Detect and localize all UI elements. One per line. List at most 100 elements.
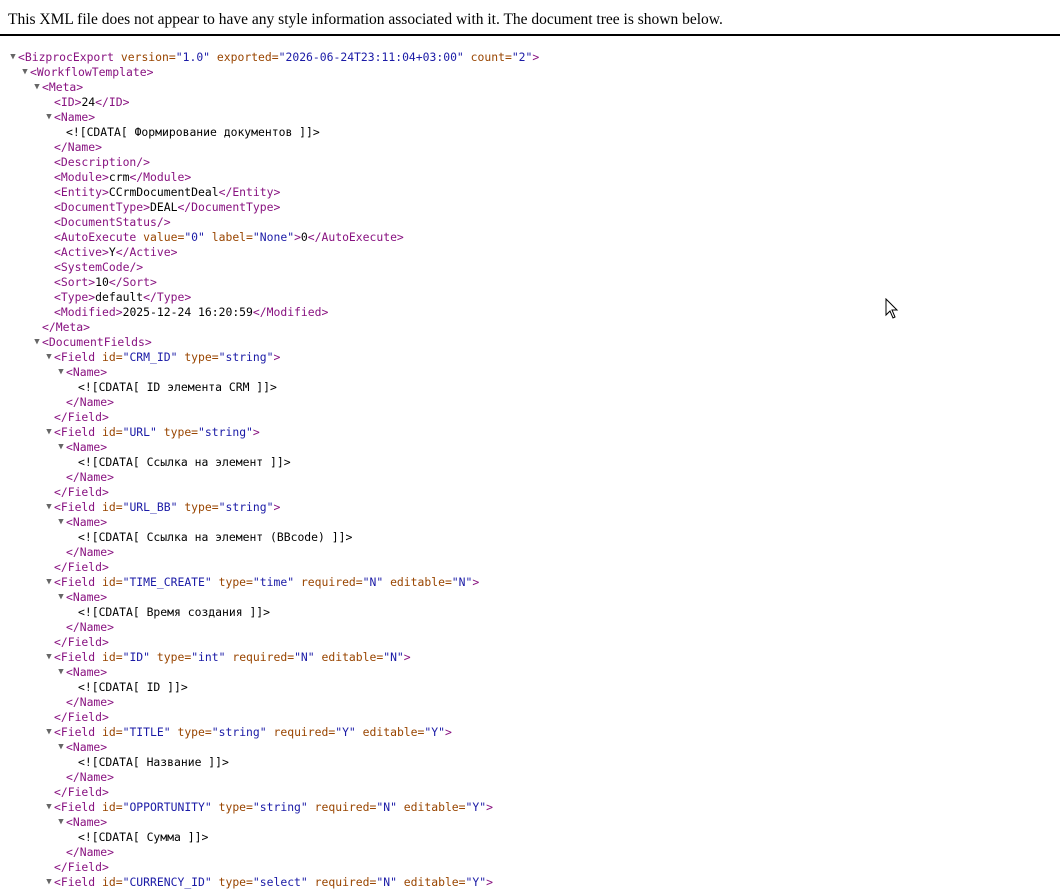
collapse-arrow-icon[interactable]: ▼ bbox=[44, 425, 54, 440]
xml-line: ▼ <Name> bbox=[0, 365, 1060, 380]
collapse-arrow-icon[interactable]: ▼ bbox=[56, 365, 66, 380]
xml-attr-name: id= bbox=[95, 575, 123, 589]
xml-tag: > bbox=[100, 515, 108, 529]
xml-style-notice: This XML file does not appear to have an… bbox=[0, 0, 1060, 36]
xml-line-content: <Name> bbox=[66, 365, 107, 380]
xml-text: <![CDATA[ Время создания ]]> bbox=[78, 605, 271, 619]
xml-line: ▼ <Name> bbox=[0, 110, 1060, 125]
xml-line: <Description/> bbox=[0, 155, 1060, 170]
xml-line-content: <SystemCode/> bbox=[54, 260, 143, 275]
xml-line: <![CDATA[ Ссылка на элемент (BBcode) ]]> bbox=[0, 530, 1060, 545]
xml-tag: </Name> bbox=[66, 845, 115, 859]
xml-line: ▼ <Name> bbox=[0, 515, 1060, 530]
xml-line: <![CDATA[ Название ]]> bbox=[0, 755, 1060, 770]
xml-line-content: <AutoExecute value="0" label="None">0</A… bbox=[54, 230, 404, 245]
xml-line-content: </Field> bbox=[54, 860, 109, 875]
xml-attr-value: "N" bbox=[294, 650, 315, 664]
xml-tag: <Modified bbox=[54, 305, 116, 319]
xml-line: <Type>default</Type> bbox=[0, 290, 1060, 305]
collapse-arrow-icon[interactable]: ▼ bbox=[32, 335, 42, 350]
xml-tag: <Name bbox=[66, 365, 101, 379]
xml-line: ▼ <Meta> bbox=[0, 80, 1060, 95]
xml-line-content: <Type>default</Type> bbox=[54, 290, 191, 305]
xml-line-content: <![CDATA[ Ссылка на элемент ]]> bbox=[78, 455, 291, 470]
xml-attr-value: "URL_BB" bbox=[122, 500, 178, 514]
xml-line-content: <Name> bbox=[66, 815, 107, 830]
xml-tag: > bbox=[472, 575, 480, 589]
xml-attr-name: type= bbox=[170, 725, 212, 739]
xml-attr-value: "1.0" bbox=[175, 50, 211, 64]
xml-line-content: <Name> bbox=[54, 110, 95, 125]
xml-text: <![CDATA[ ID ]]> bbox=[78, 680, 188, 694]
xml-tag: > bbox=[100, 590, 108, 604]
xml-line-content: <Field id="URL" type="string"> bbox=[54, 425, 260, 440]
xml-tag: <AutoExecute bbox=[54, 230, 137, 244]
collapse-arrow-icon[interactable]: ▼ bbox=[44, 350, 54, 365]
xml-attr-name: editable= bbox=[396, 800, 466, 814]
xml-tag: > bbox=[115, 305, 123, 319]
collapse-arrow-icon[interactable]: ▼ bbox=[44, 110, 54, 125]
collapse-arrow-icon[interactable]: ▼ bbox=[56, 515, 66, 530]
xml-tag: </Field> bbox=[54, 860, 109, 874]
xml-tag: </Meta> bbox=[42, 320, 91, 334]
collapse-arrow-icon[interactable]: ▼ bbox=[56, 665, 66, 680]
xml-attr-value: "N" bbox=[362, 575, 384, 589]
xml-tag: <DocumentStatus bbox=[54, 215, 157, 229]
xml-tag: <Sort bbox=[54, 275, 89, 289]
xml-attr-value: "string" bbox=[252, 800, 308, 814]
collapse-arrow-icon[interactable]: ▼ bbox=[56, 815, 66, 830]
xml-attr-value: "URL" bbox=[122, 425, 157, 439]
xml-line: <Module>crm</Module> bbox=[0, 170, 1060, 185]
xml-attr-name: editable= bbox=[314, 650, 384, 664]
collapse-arrow-icon[interactable]: ▼ bbox=[56, 590, 66, 605]
collapse-arrow-icon[interactable]: ▼ bbox=[44, 725, 54, 740]
xml-line: </Name> bbox=[0, 545, 1060, 560]
xml-tag: <SystemCode bbox=[54, 260, 130, 274]
collapse-arrow-icon[interactable]: ▼ bbox=[20, 65, 30, 80]
xml-line-content: <Name> bbox=[66, 515, 107, 530]
collapse-arrow-icon[interactable]: ▼ bbox=[56, 740, 66, 755]
collapse-arrow-icon[interactable]: ▼ bbox=[56, 440, 66, 455]
xml-tag: <Name bbox=[66, 665, 101, 679]
xml-attr-name: id= bbox=[95, 650, 123, 664]
collapse-arrow-icon[interactable]: ▼ bbox=[32, 80, 42, 95]
xml-line: ▼ <Name> bbox=[0, 440, 1060, 455]
xml-tag: </Name> bbox=[66, 395, 115, 409]
collapse-arrow-icon[interactable]: ▼ bbox=[44, 800, 54, 815]
xml-line-content: </Name> bbox=[66, 695, 114, 710]
collapse-arrow-icon[interactable]: ▼ bbox=[44, 500, 54, 515]
xml-line-content: <Description/> bbox=[54, 155, 150, 170]
xml-line-content: </Name> bbox=[66, 470, 114, 485]
xml-attr-value: "N" bbox=[376, 800, 397, 814]
xml-text: 2025-12-24 16:20:59 bbox=[122, 305, 253, 319]
collapse-arrow-icon[interactable]: ▼ bbox=[44, 650, 54, 665]
xml-attr-name: editable= bbox=[383, 575, 452, 589]
xml-tag: <Field bbox=[54, 800, 96, 814]
collapse-arrow-icon[interactable]: ▼ bbox=[8, 50, 18, 65]
xml-line: ▼ <Field id="URL" type="string"> bbox=[0, 425, 1060, 440]
xml-attr-value: "ID" bbox=[122, 650, 151, 664]
xml-attr-name: type= bbox=[177, 500, 219, 514]
xml-tag: > bbox=[100, 740, 108, 754]
xml-attr-name: label= bbox=[204, 230, 253, 244]
xml-text: CCrmDocumentDeal bbox=[108, 185, 219, 199]
xml-attr-name: type= bbox=[150, 650, 192, 664]
xml-line: <![CDATA[ ID элемента CRM ]]> bbox=[0, 380, 1060, 395]
xml-attr-name: id= bbox=[95, 500, 123, 514]
collapse-arrow-icon[interactable]: ▼ bbox=[44, 575, 54, 590]
xml-line-content: <Field id="TIME_CREATE" type="time" requ… bbox=[54, 575, 479, 590]
xml-line: <![CDATA[ Формирование документов ]]> bbox=[0, 125, 1060, 140]
xml-line-content: <DocumentStatus/> bbox=[54, 215, 171, 230]
xml-line: </Field> bbox=[0, 635, 1060, 650]
xml-tag: <ID bbox=[54, 95, 75, 109]
xml-line-content: <![CDATA[ Формирование документов ]]> bbox=[66, 125, 320, 140]
xml-line-content: <Name> bbox=[66, 740, 107, 755]
xml-line: <![CDATA[ Ссылка на элемент ]]> bbox=[0, 455, 1060, 470]
xml-attr-name: required= bbox=[307, 875, 377, 889]
xml-line-content: </Name> bbox=[66, 770, 114, 785]
xml-line: <Modified>2025-12-24 16:20:59</Modified> bbox=[0, 305, 1060, 320]
xml-line: </Name> bbox=[0, 395, 1060, 410]
xml-attr-value: "Y" bbox=[424, 725, 445, 739]
xml-line: </Name> bbox=[0, 770, 1060, 785]
xml-tag: </Type> bbox=[143, 290, 192, 304]
